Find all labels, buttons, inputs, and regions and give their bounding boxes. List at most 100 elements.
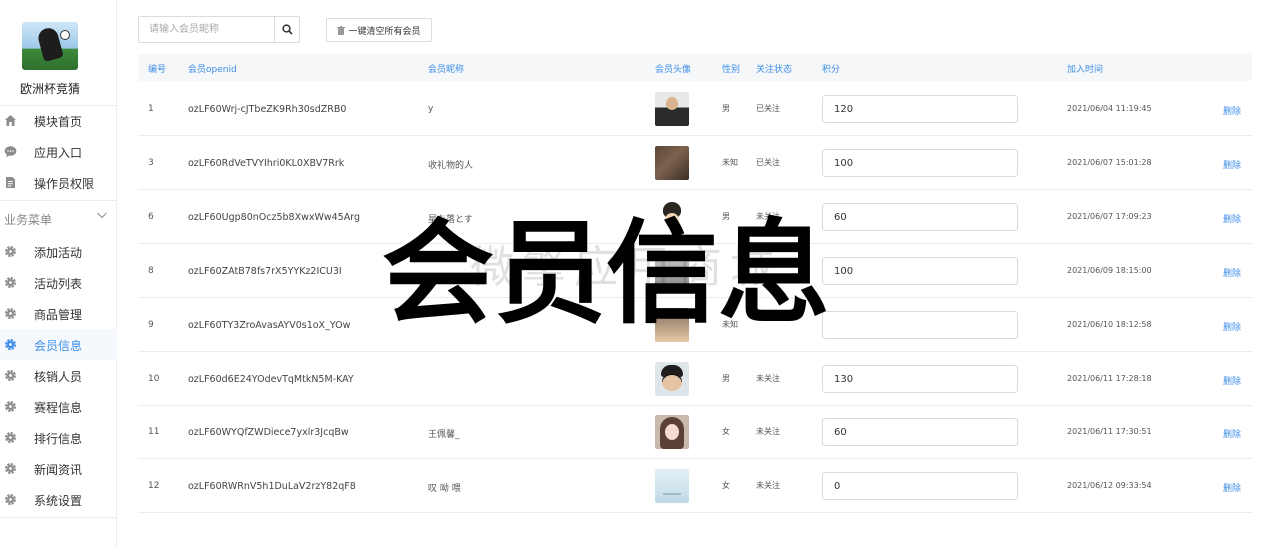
gear-icon — [4, 276, 17, 289]
points-input[interactable] — [822, 149, 1018, 177]
points-input[interactable] — [822, 203, 1018, 231]
sidebar-item-app-entry[interactable]: 应用入口 — [0, 136, 117, 167]
sidebar-item-label: 添加活动 — [34, 246, 83, 260]
sidebar-item-operator-permissions[interactable]: 操作员权限 — [0, 167, 117, 198]
sidebar-item-system-settings[interactable]: 系统设置 — [0, 484, 117, 515]
gear-icon — [4, 369, 17, 382]
delete-link[interactable]: 删除 — [1223, 320, 1241, 333]
app-root: 欧洲杯竞猜 模块首页 应用入口 操作员权限 业务菜单 添加活动 活动列表 商品管… — [0, 0, 1280, 548]
avatar — [655, 200, 689, 234]
member-id: 3 — [148, 158, 154, 168]
member-openid: ozLF60RWRnV5h1DuLaV2rzY82qF8 — [188, 481, 356, 492]
member-gender: 未知 — [722, 158, 738, 167]
avatar — [655, 254, 689, 288]
sidebar-item-news[interactable]: 新闻资讯 — [0, 453, 117, 484]
member-id: 6 — [148, 212, 154, 222]
points-input[interactable] — [822, 418, 1018, 446]
logo-ball — [60, 30, 70, 40]
follow-status: 已关注 — [756, 104, 780, 113]
sidebar-item-add-activity[interactable]: 添加活动 — [0, 236, 117, 267]
column-header-points: 积分 — [822, 65, 841, 75]
member-gender: 男 — [722, 212, 730, 221]
points-input[interactable] — [822, 365, 1018, 393]
gear-icon — [4, 462, 17, 475]
column-header-openid: 会员openid — [188, 65, 237, 75]
search-icon — [282, 20, 293, 39]
member-id: 9 — [148, 320, 154, 330]
join-time: 2021/06/04 11:19:45 — [1067, 104, 1152, 113]
chevron-down-icon — [96, 209, 108, 224]
delete-link[interactable]: 删除 — [1223, 104, 1241, 117]
member-gender: 女 — [722, 427, 730, 436]
sidebar-item-verification-staff[interactable]: 核销人员 — [0, 360, 117, 391]
sidebar-section-business-menu[interactable]: 业务菜单 — [0, 203, 117, 233]
join-time: 2021/06/12 09:33:54 — [1067, 481, 1152, 490]
logo-player-figure — [36, 25, 64, 63]
delete-link[interactable]: 删除 — [1223, 481, 1241, 494]
join-time: 2021/06/11 17:30:51 — [1067, 427, 1152, 436]
sidebar-item-product-management[interactable]: 商品管理 — [0, 298, 117, 329]
points-input[interactable] — [822, 95, 1018, 123]
clear-all-members-button[interactable]: 一键清空所有会员 — [326, 18, 432, 42]
follow-status: 未关注 — [756, 481, 780, 490]
join-time: 2021/06/07 17:09:23 — [1067, 212, 1152, 221]
member-nickname: 王佩馨_ — [428, 430, 460, 440]
delete-link[interactable]: 删除 — [1223, 158, 1241, 171]
sidebar-item-label: 排行信息 — [34, 432, 83, 446]
avatar — [655, 308, 689, 342]
member-id: 1 — [148, 104, 154, 114]
member-gender: 男 — [722, 104, 730, 113]
table-row: 8 ozLF60ZAtB78fs7rX5YYKz2ICU3I 2021/06/0… — [138, 244, 1252, 298]
delete-link[interactable]: 删除 — [1223, 212, 1241, 225]
gear-icon — [4, 338, 17, 351]
clear-all-label: 一键清空所有会员 — [348, 26, 421, 37]
section-label: 业务菜单 — [4, 213, 53, 227]
sidebar-item-activity-list[interactable]: 活动列表 — [0, 267, 117, 298]
delete-link[interactable]: 删除 — [1223, 266, 1241, 279]
column-header-avatar: 会员头像 — [655, 65, 692, 75]
points-input[interactable] — [822, 472, 1018, 500]
search-input[interactable] — [139, 17, 275, 42]
column-header-follow-status: 关注状态 — [756, 65, 793, 75]
sidebar-item-module-home[interactable]: 模块首页 — [0, 105, 117, 136]
member-openid: ozLF60TY3ZroAvasAYV0s1oX_YOw — [188, 320, 351, 331]
sidebar-item-label: 模块首页 — [34, 115, 83, 129]
points-input[interactable] — [822, 311, 1018, 339]
trash-icon — [337, 25, 346, 35]
avatar — [655, 146, 689, 180]
avatar — [655, 362, 689, 396]
join-time: 2021/06/07 15:01:28 — [1067, 158, 1152, 167]
member-openid: ozLF60RdVeTVYIhri0KL0XBV7Rrk — [188, 158, 345, 169]
sidebar-item-label: 应用入口 — [34, 146, 83, 160]
gear-icon — [4, 493, 17, 506]
table-row: 10 ozLF60d6E24YOdevTqMtkN5M-KAY 男 未关注 20… — [138, 352, 1252, 406]
delete-link[interactable]: 删除 — [1223, 374, 1241, 387]
member-nickname: 收礼物的人 — [428, 161, 474, 171]
gear-icon — [4, 431, 17, 444]
member-openid: ozLF60d6E24YOdevTqMtkN5M-KAY — [188, 374, 354, 385]
member-id: 11 — [148, 427, 160, 437]
sidebar-item-schedule-info[interactable]: 赛程信息 — [0, 391, 117, 422]
sidebar-item-ranking-info[interactable]: 排行信息 — [0, 422, 117, 453]
member-gender: 未知 — [722, 320, 738, 329]
member-openid: ozLF60ZAtB78fs7rX5YYKz2ICU3I — [188, 266, 342, 277]
sidebar-item-member-info[interactable]: 会员信息 — [0, 329, 117, 360]
table-row: 3 ozLF60RdVeTVYIhri0KL0XBV7Rrk 收礼物的人 未知 … — [138, 136, 1252, 190]
sidebar: 欧洲杯竞猜 模块首页 应用入口 操作员权限 业务菜单 添加活动 活动列表 商品管… — [0, 0, 117, 548]
search-button[interactable] — [275, 17, 300, 42]
member-openid: ozLF60WYQfZWDiece7yxlr3JcqBw — [188, 427, 349, 438]
follow-status: 未关注 — [756, 374, 780, 383]
join-time: 2021/06/11 17:28:18 — [1067, 374, 1152, 383]
member-gender: 男 — [722, 374, 730, 383]
delete-link[interactable]: 删除 — [1223, 427, 1241, 440]
sidebar-item-label: 核销人员 — [34, 370, 83, 384]
sidebar-item-label: 赛程信息 — [34, 401, 83, 415]
sidebar-divider — [0, 200, 117, 201]
points-input[interactable] — [822, 257, 1018, 285]
join-time: 2021/06/10 18:12:58 — [1067, 320, 1152, 329]
table-row: 6 ozLF60Ugp80nOcz5b8XwxWw45Arg 星を落とす 男 未… — [138, 190, 1252, 244]
join-time: 2021/06/09 18:15:00 — [1067, 266, 1152, 275]
member-openid: ozLF60Wrj-cJTbeZK9Rh30sdZRB0 — [188, 104, 347, 115]
table-row: 11 ozLF60WYQfZWDiece7yxlr3JcqBw 王佩馨_ 女 未… — [138, 405, 1252, 459]
avatar — [655, 469, 689, 503]
